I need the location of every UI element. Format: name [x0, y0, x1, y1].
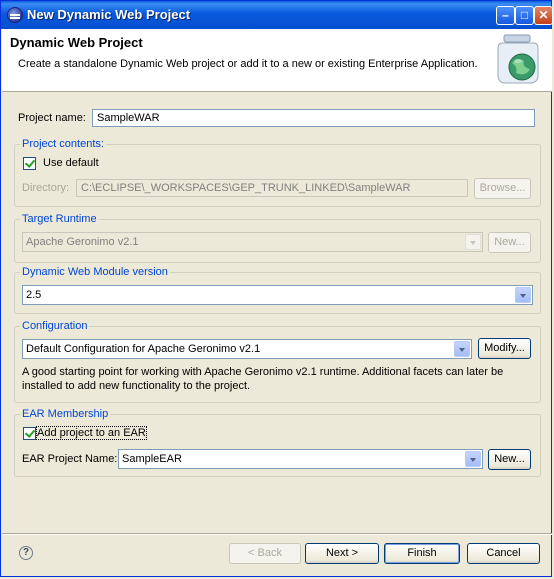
new-runtime-button[interactable]: New... — [488, 232, 531, 253]
back-button[interactable]: < Back — [229, 543, 301, 564]
module-version-title: Dynamic Web Module version — [20, 266, 170, 278]
use-default-label: Use default — [43, 157, 99, 169]
project-contents-group — [14, 144, 541, 207]
directory-label: Directory: — [22, 182, 70, 194]
ear-project-value: SampleEAR — [122, 453, 182, 465]
maximize-icon: □ — [520, 8, 529, 22]
project-name-label: Project name: — [18, 112, 86, 124]
configuration-combo[interactable]: Default Configuration for Apache Geronim… — [22, 339, 472, 359]
minimize-icon: – — [502, 8, 509, 22]
configuration-value: Default Configuration for Apache Geronim… — [26, 343, 261, 355]
chevron-down-icon[interactable] — [454, 341, 470, 357]
add-to-ear-label: Add project to an EAR — [36, 426, 147, 440]
dialog-window: New Dynamic Web Project – □ ✕ Dynamic We… — [0, 0, 553, 577]
finish-button[interactable]: Finish — [384, 543, 460, 564]
module-version-value: 2.5 — [26, 289, 42, 301]
configuration-title: Configuration — [20, 320, 90, 332]
cancel-button[interactable]: Cancel — [467, 543, 540, 564]
close-button[interactable]: ✕ — [534, 6, 553, 25]
module-version-combo[interactable]: 2.5 — [22, 285, 533, 305]
configuration-description: A good starting point for working with A… — [22, 366, 504, 392]
target-runtime-combo[interactable]: Apache Geronimo v2.1 — [22, 232, 483, 252]
title-bar[interactable]: New Dynamic Web Project – □ ✕ — [1, 1, 553, 29]
modify-button[interactable]: Modify... — [478, 338, 531, 359]
new-ear-button[interactable]: New... — [488, 449, 531, 470]
footer-separator — [2, 533, 552, 535]
eclipse-icon — [7, 7, 23, 23]
browse-button[interactable]: Browse... — [474, 178, 531, 199]
project-contents-title: Project contents: — [20, 138, 106, 150]
minimize-button[interactable]: – — [496, 6, 515, 25]
wizard-header: Dynamic Web Project Create a standalone … — [2, 29, 552, 92]
project-name-input[interactable]: SampleWAR — [92, 109, 535, 127]
next-button[interactable]: Next > — [305, 543, 379, 564]
page-title: Dynamic Web Project — [10, 35, 143, 50]
help-icon[interactable]: ? — [19, 546, 33, 560]
directory-input[interactable]: C:\ECLIPSE\_WORKSPACES\GEP_TRUNK_LINKED\… — [76, 179, 468, 197]
chevron-down-icon[interactable] — [515, 287, 531, 303]
page-description: Create a standalone Dynamic Web project … — [18, 58, 478, 70]
window-title: New Dynamic Web Project — [27, 7, 191, 22]
ear-project-combo[interactable]: SampleEAR — [118, 449, 483, 469]
use-default-checkbox[interactable] — [23, 157, 36, 170]
add-to-ear-checkbox[interactable] — [23, 427, 36, 440]
target-runtime-title: Target Runtime — [20, 213, 99, 225]
chevron-down-icon[interactable] — [465, 234, 481, 250]
web-jar-globe-icon — [497, 34, 539, 84]
close-icon: ✕ — [538, 8, 549, 22]
maximize-button[interactable]: □ — [515, 6, 534, 25]
target-runtime-value: Apache Geronimo v2.1 — [26, 236, 139, 248]
ear-project-name-label: EAR Project Name: — [22, 453, 118, 465]
ear-membership-title: EAR Membership — [20, 408, 111, 420]
chevron-down-icon[interactable] — [465, 451, 481, 467]
